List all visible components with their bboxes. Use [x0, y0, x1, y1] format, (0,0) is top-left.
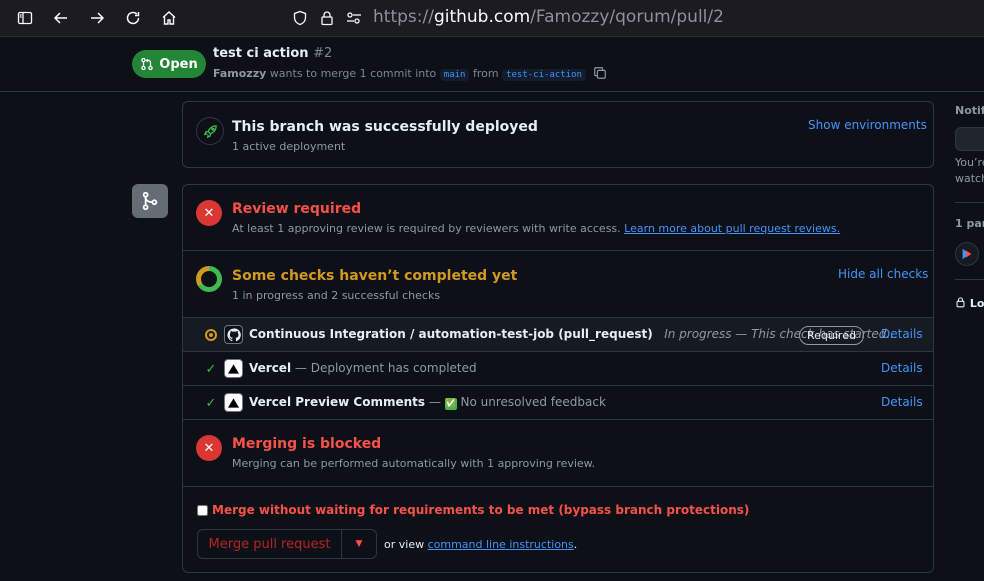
checks-title: Some checks haven’t completed yet [232, 268, 518, 284]
x-circle-icon: ✕ [196, 200, 222, 226]
period-text: . [573, 538, 578, 551]
review-section: ✕ Review required At least 1 approving r… [183, 185, 933, 251]
or-view-text: or view [384, 538, 425, 551]
blocked-title: Merging is blocked [232, 436, 382, 452]
details-link[interactable]: Details [881, 395, 923, 409]
check-desc: No unresolved feedback [460, 395, 606, 409]
browser-toolbar: https://github.com/Famozzy/qorum/pull/2 [0, 0, 984, 37]
review-subtitle: At least 1 approving review is required … [232, 222, 840, 235]
check-label: Vercel Preview Comments — ✅ No unresolve… [249, 395, 606, 410]
checks-section: Some checks haven’t completed yet 1 in p… [183, 251, 933, 318]
pr-header: Open test ci action #2 Famozzy wants to … [0, 37, 984, 92]
merge-box: ✕ Review required At least 1 approving r… [182, 184, 934, 573]
check-row[interactable]: ✓ Vercel Preview Comments — ✅ No unresol… [183, 386, 933, 420]
lock-icon [956, 297, 965, 308]
vercel-icon [224, 393, 243, 412]
check-name: Vercel [249, 361, 292, 375]
check-label: Vercel — Deployment has completed [249, 361, 477, 375]
learn-more-link[interactable]: Learn more about pull request reviews. [624, 222, 840, 235]
shield-icon[interactable] [287, 6, 313, 30]
check-name: Continuous Integration / automation-test… [249, 327, 653, 341]
subscription-text: You’re [955, 156, 984, 169]
deployment-box: This branch was successfully deployed 1 … [182, 101, 934, 168]
hide-checks-button[interactable]: Hide all checks [838, 267, 928, 281]
copy-icon[interactable] [593, 66, 607, 83]
check-icon: ✓ [205, 361, 217, 377]
review-title: Review required [232, 201, 362, 217]
check-name: Vercel Preview Comments [249, 395, 426, 409]
rocket-icon [196, 117, 224, 145]
sidebar-toggle-icon[interactable] [12, 6, 38, 30]
sidebar-divider [955, 202, 984, 203]
url-path: /Famozzy/qorum/pull/2 [530, 7, 724, 27]
state-badge: Open [132, 50, 206, 78]
pr-number: #2 [313, 46, 333, 61]
lock-conversation[interactable]: Lo [955, 296, 984, 310]
reload-icon[interactable] [120, 6, 146, 30]
pr-title-text: test ci action [213, 46, 309, 61]
command-line-hint: or view command line instructions. [384, 538, 577, 551]
avatar[interactable] [955, 242, 979, 266]
participants-heading: 1 part [955, 217, 984, 230]
address-bar[interactable]: https://github.com/Famozzy/qorum/pull/2 [373, 7, 724, 27]
in-progress-icon [204, 328, 218, 342]
subscription-text-2: watch [955, 172, 984, 185]
state-label: Open [159, 56, 198, 72]
x-circle-icon: ✕ [196, 435, 222, 461]
bypass-checkbox[interactable] [197, 504, 208, 516]
base-branch[interactable]: main [439, 69, 470, 81]
subscribe-button[interactable] [955, 127, 984, 151]
check-icon: ✓ [205, 395, 217, 411]
pr-author[interactable]: Famozzy [213, 67, 266, 80]
merge-options-dropdown[interactable]: ▼ [342, 530, 376, 558]
forward-icon[interactable] [84, 6, 110, 30]
pr-title: test ci action #2 [213, 46, 332, 61]
required-badge: Required [799, 326, 864, 345]
check-desc: — Deployment has completed [294, 361, 477, 375]
pr-subtitle: Famozzy wants to merge 1 commit into mai… [213, 66, 607, 83]
from-text: from [472, 67, 499, 80]
right-sidebar: Notifi You’re watch 1 part Lo [955, 92, 984, 581]
merge-pull-request-button[interactable]: Merge pull request [198, 530, 342, 558]
blocked-subtitle: Merging can be performed automatically w… [232, 457, 596, 470]
caret-down-icon: ▼ [355, 539, 363, 549]
deployment-title: This branch was successfully deployed [232, 119, 538, 135]
vercel-icon [224, 359, 243, 378]
github-icon [224, 325, 243, 344]
command-line-link[interactable]: command line instructions [428, 538, 574, 551]
merge-text: wants to merge 1 commit into [269, 67, 437, 80]
merge-button-group: Merge pull request ▼ [197, 529, 377, 559]
home-icon[interactable] [156, 6, 182, 30]
checks-subtitle: 1 in progress and 2 successful checks [232, 289, 441, 302]
head-branch[interactable]: test-ci-action [502, 69, 586, 81]
deployment-subtitle: 1 active deployment [232, 140, 346, 153]
check-row[interactable]: Continuous Integration / automation-test… [183, 318, 933, 352]
lock-icon[interactable] [314, 6, 340, 30]
url-prefix: https:// [373, 7, 434, 27]
notifications-heading: Notifi [955, 104, 984, 117]
checks-progress-icon [196, 266, 222, 292]
details-link[interactable]: Details [881, 327, 923, 341]
details-link[interactable]: Details [881, 361, 923, 375]
back-icon[interactable] [48, 6, 74, 30]
check-row[interactable]: ✓ Vercel — Deployment has completed Deta… [183, 352, 933, 386]
pull-request-icon [141, 57, 154, 71]
url-host: github.com [433, 7, 531, 27]
check-desc-prefix: — [428, 395, 441, 409]
show-environments-button[interactable]: Show environments [808, 118, 927, 132]
check-emoji: ✅ [444, 398, 457, 410]
bypass-checkbox-label[interactable]: Merge without waiting for requirements t… [197, 503, 749, 517]
permissions-icon[interactable] [341, 6, 367, 30]
review-subtitle-text: At least 1 approving review is required … [232, 222, 621, 235]
sidebar-divider [955, 279, 984, 280]
blocked-section: ✕ Merging is blocked Merging can be perf… [183, 420, 933, 487]
git-merge-icon [132, 184, 168, 218]
bypass-label: Merge without waiting for requirements t… [212, 503, 750, 517]
lock-label: Lo [969, 297, 984, 310]
